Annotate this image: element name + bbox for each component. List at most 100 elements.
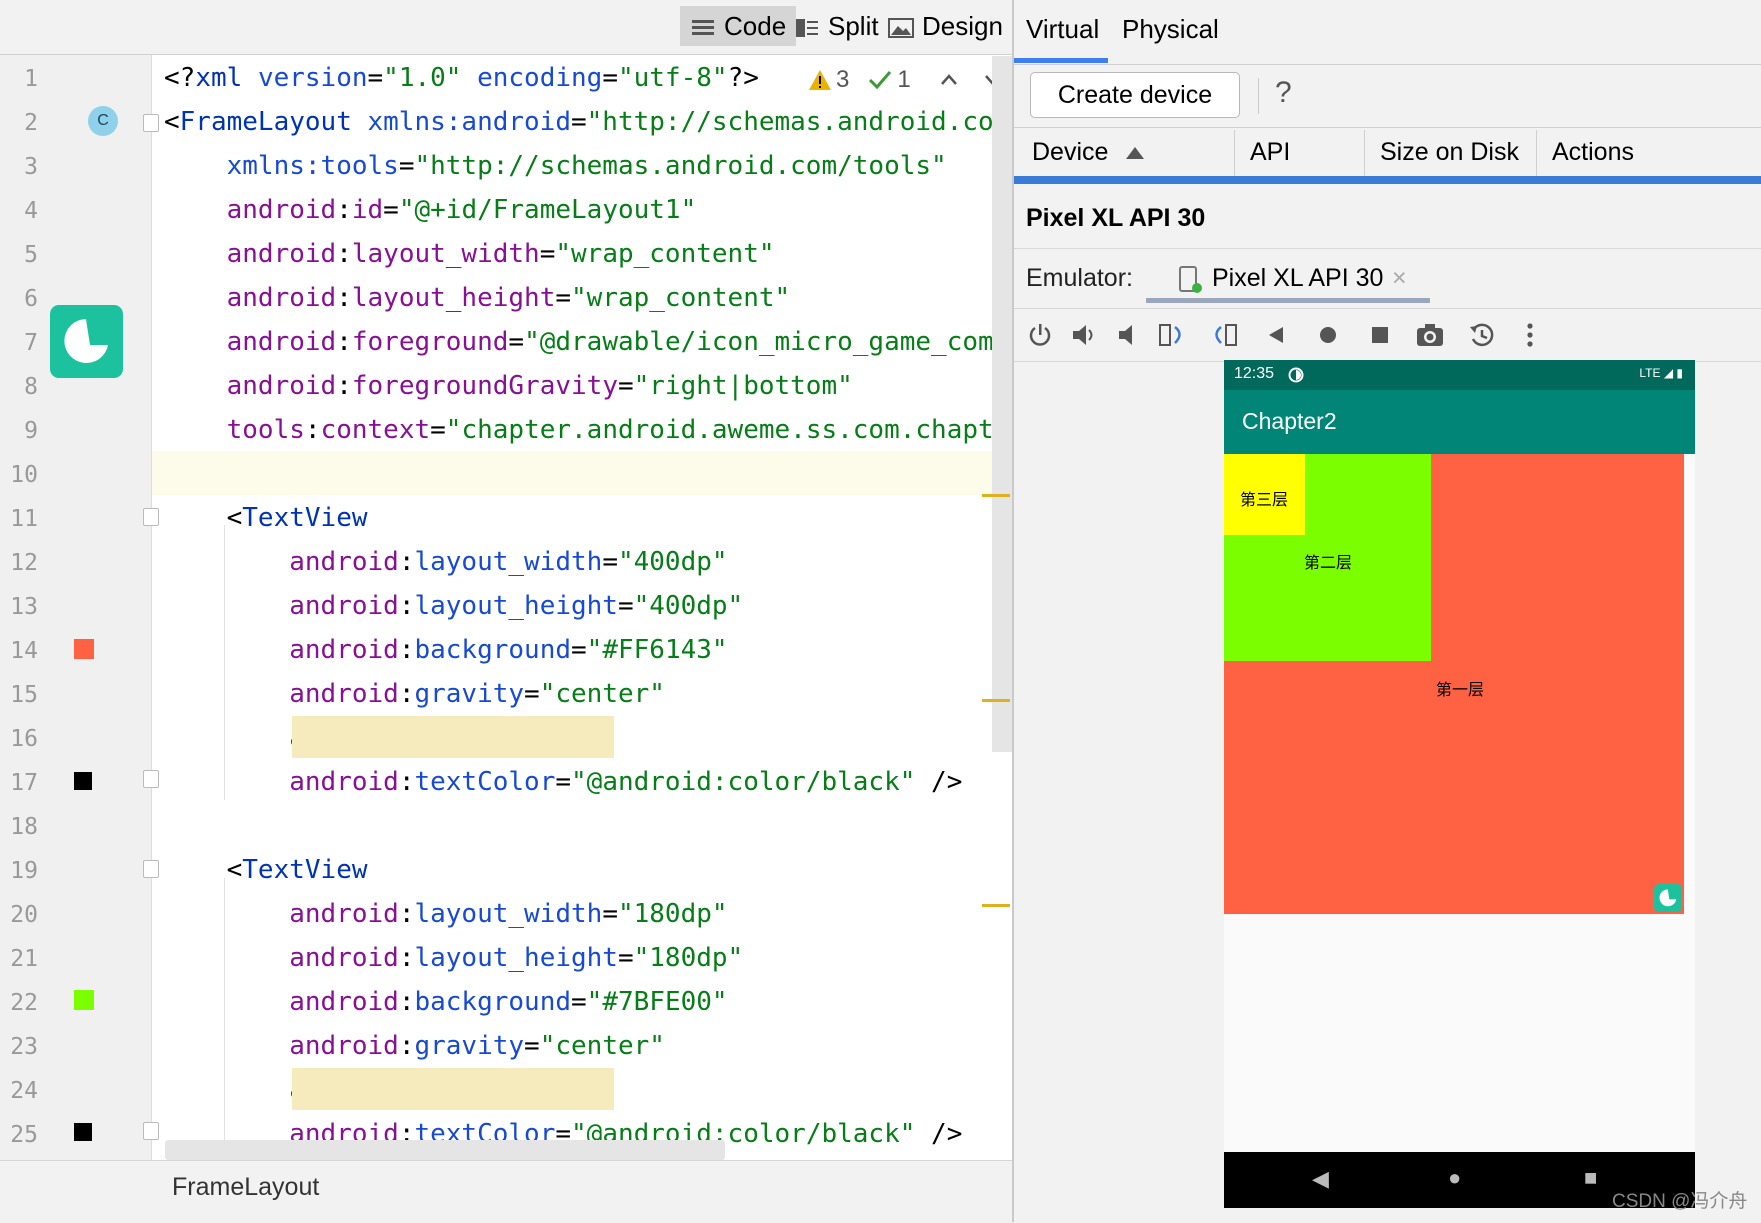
- emulator-tab[interactable]: Pixel XL API 30 ×: [1146, 254, 1430, 304]
- indent-guide: [224, 525, 225, 800]
- code-token: "http://schemas.android.com/tools": [414, 151, 947, 181]
- vertical-scrollbar[interactable]: [992, 56, 1012, 752]
- column-actions[interactable]: Actions: [1552, 138, 1634, 167]
- home-icon[interactable]: [1312, 319, 1344, 351]
- horizontal-scrollbar[interactable]: [165, 1140, 725, 1160]
- warning-icon: [808, 68, 832, 92]
- code-token: background: [414, 987, 572, 1017]
- split-icon: [794, 15, 820, 37]
- breadcrumb: FrameLayout: [0, 1160, 1012, 1223]
- code-line: android:layout_width="wrap_content": [164, 232, 775, 276]
- sync-icon: [1288, 367, 1304, 383]
- color-swatch[interactable]: [74, 990, 94, 1010]
- code-token: layout_height: [414, 591, 618, 621]
- breadcrumb-item[interactable]: FrameLayout: [172, 1173, 319, 1202]
- volume-down-icon[interactable]: [1112, 319, 1144, 351]
- class-marker-icon[interactable]: C: [88, 106, 118, 136]
- column-api[interactable]: API: [1250, 138, 1290, 167]
- column-size-on-disk[interactable]: Size on Disk: [1380, 138, 1519, 167]
- code-token: android: [289, 899, 399, 929]
- code-token: =: [571, 107, 587, 137]
- line-number: 16: [10, 726, 38, 752]
- line-number: 17: [10, 770, 38, 796]
- code-token: "http://schemas.android.co: [586, 107, 994, 137]
- more-icon[interactable]: [1514, 319, 1546, 351]
- volume-up-icon[interactable]: [1068, 319, 1100, 351]
- scroll-marker: [982, 699, 1010, 702]
- emulator-toolbar: [1014, 308, 1761, 362]
- fold-marker[interactable]: [143, 860, 159, 878]
- code-token: <: [164, 107, 180, 137]
- fold-marker[interactable]: [143, 770, 159, 788]
- fold-marker[interactable]: [143, 1122, 159, 1140]
- code-token: TextView: [242, 855, 368, 885]
- code-token: :: [304, 415, 321, 445]
- inspection-widget[interactable]: 3 1: [808, 66, 1003, 94]
- line-number: 2: [24, 110, 38, 136]
- code-token: ?>: [727, 63, 759, 93]
- help-icon[interactable]: ?: [1275, 76, 1292, 110]
- fold-marker[interactable]: [143, 508, 159, 526]
- rotate-left-icon[interactable]: [1156, 319, 1188, 351]
- color-swatch[interactable]: [74, 639, 94, 659]
- column-device[interactable]: Device: [1032, 138, 1108, 167]
- back-icon[interactable]: [1260, 319, 1292, 351]
- color-swatch[interactable]: [74, 1123, 92, 1141]
- line-number: 14: [10, 638, 38, 664]
- design-mode-button[interactable]: Design: [888, 6, 1003, 46]
- app-game-icon[interactable]: [50, 305, 123, 378]
- nav-home-icon[interactable]: ●: [1448, 1165, 1461, 1191]
- color-swatch[interactable]: [74, 772, 92, 790]
- code-token: <?: [164, 63, 196, 93]
- text-attr-highlight: [292, 716, 614, 758]
- code-line: <TextView: [164, 848, 368, 892]
- nav-recents-icon[interactable]: ■: [1584, 1165, 1597, 1191]
- check-count: 1: [897, 66, 911, 93]
- screenshot-icon[interactable]: [1414, 319, 1446, 351]
- code-token: android: [289, 679, 399, 709]
- code-line: android:layout_width="400dp": [164, 540, 728, 584]
- nav-back-icon[interactable]: ◀: [1312, 1166, 1329, 1192]
- line-number: 18: [10, 814, 38, 840]
- code-token: android: [289, 987, 399, 1017]
- code-token: "400dp": [633, 591, 744, 621]
- code-token: id: [351, 195, 384, 225]
- code-mode-button[interactable]: Code: [680, 6, 797, 46]
- overview-icon[interactable]: [1364, 319, 1396, 351]
- code-token: :: [398, 899, 415, 929]
- code-token: "right|bottom": [633, 371, 853, 401]
- tab-physical[interactable]: Physical: [1122, 14, 1219, 45]
- sort-asc-icon[interactable]: [1126, 146, 1144, 164]
- scroll-marker: [982, 904, 1010, 907]
- code-token: "400dp": [617, 547, 728, 577]
- code-token: =: [383, 195, 399, 225]
- power-icon[interactable]: [1024, 319, 1056, 351]
- gutter-separator: [151, 55, 152, 1160]
- rotate-right-icon[interactable]: [1208, 319, 1240, 351]
- code-line: android:id="@+id/FrameLayout1": [164, 188, 697, 232]
- design-mode-label: Design: [922, 10, 1003, 41]
- close-icon[interactable]: ×: [1392, 264, 1407, 293]
- fold-marker[interactable]: [143, 114, 159, 132]
- code-token: :: [398, 943, 415, 973]
- create-device-button[interactable]: Create device: [1030, 72, 1240, 118]
- code-token: "@android:color/black": [571, 767, 916, 797]
- code-line: android:foregroundGravity="right|bottom": [164, 364, 853, 408]
- code-line: android:gravity="center": [164, 672, 665, 716]
- code-token: FrameLayout: [179, 107, 368, 137]
- code-token: :: [398, 1031, 415, 1061]
- code-token: :: [336, 239, 352, 269]
- code-token: android: [226, 371, 337, 401]
- chevron-up-icon[interactable]: [939, 70, 959, 90]
- code-line: xmlns:tools="http://schemas.android.com/…: [164, 144, 947, 188]
- split-mode-button[interactable]: Split: [794, 6, 879, 46]
- current-line-highlight: [152, 451, 1012, 495]
- code-token: <: [164, 503, 243, 533]
- emulator-screen[interactable]: 12:35 LTE ◢ ▮ Chapter2 第一层 第二层 第三层 ◀ ● ■: [1224, 360, 1695, 1208]
- snapshot-icon[interactable]: [1466, 319, 1498, 351]
- tab-virtual[interactable]: Virtual: [1026, 14, 1099, 45]
